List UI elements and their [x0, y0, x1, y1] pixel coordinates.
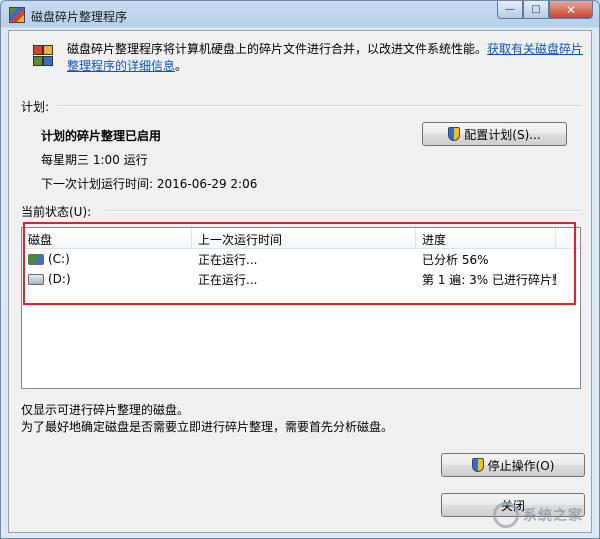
disk-row-c[interactable]: (C:) 正在运行... 已分析 56%: [22, 249, 580, 269]
schedule-frequency: 每星期三 1:00 运行: [41, 153, 148, 167]
schedule-label: 计划:: [21, 100, 50, 114]
disk-name: (C:): [48, 252, 70, 266]
column-progress[interactable]: 进度: [416, 228, 556, 248]
title-bar[interactable]: 磁盘碎片整理程序 — □ ✕: [1, 1, 599, 29]
hard-drive-icon: [28, 273, 44, 285]
column-last-run[interactable]: 上一次运行时间: [192, 228, 416, 248]
watermark-logo-icon: [493, 502, 519, 528]
disk-list[interactable]: 磁盘 上一次运行时间 进度 (C:) 正在运行... 已分析 56% (D:) …: [21, 227, 581, 389]
stop-operation-button[interactable]: 停止操作(O): [441, 453, 585, 477]
schedule-divider: [57, 105, 581, 107]
disk-cell: (C:): [22, 252, 192, 266]
disk-row-d[interactable]: (D:) 正在运行... 第 1 遍: 3% 已进行碎片整理: [22, 269, 580, 289]
close-window-button[interactable]: ✕: [549, 1, 593, 19]
window-title: 磁盘碎片整理程序: [31, 10, 128, 24]
progress-cell: 已分析 56%: [422, 252, 489, 267]
note-line-1: 仅显示可进行碎片整理的磁盘。: [21, 403, 190, 417]
configure-schedule-label: 配置计划(S)...: [464, 127, 541, 142]
defrag-app-icon: [9, 7, 25, 23]
client-area: 磁盘碎片整理程序将计算机硬盘上的碎片文件进行合并，以改进文件系统性能。获取有关磁…: [8, 30, 592, 533]
system-drive-icon: [28, 253, 44, 265]
note-line-2: 为了最好地确定磁盘是否需要立即进行碎片整理，需要首先分析磁盘。: [21, 420, 394, 434]
watermark-text: 系统之家: [523, 508, 583, 524]
caption-buttons: — □ ✕: [497, 1, 593, 20]
status-divider: [105, 210, 581, 212]
uac-shield-icon: [471, 458, 484, 472]
disk-name: (D:): [48, 272, 71, 286]
maximize-button[interactable]: □: [523, 1, 549, 19]
defrag-window: 磁盘碎片整理程序 — □ ✕ 磁盘碎片整理程序将计算机硬盘上的碎片文件进行合并，…: [0, 0, 600, 539]
last-run-cell: 正在运行...: [198, 252, 258, 267]
uac-shield-icon: [448, 127, 461, 141]
minimize-button[interactable]: —: [497, 1, 523, 19]
disk-list-header: 磁盘 上一次运行时间 进度: [22, 228, 580, 249]
current-status-label: 当前状态(U):: [21, 205, 92, 219]
configure-schedule-button[interactable]: 配置计划(S)...: [422, 122, 567, 146]
header-description: 磁盘碎片整理程序将计算机硬盘上的碎片文件进行合并，以改进文件系统性能。获取有关磁…: [67, 41, 587, 75]
schedule-next-run: 下一次计划运行时间: 2016-06-29 2:06: [41, 177, 258, 191]
defrag-header-icon: [31, 43, 57, 71]
progress-cell: 第 1 遍: 3% 已进行碎片整理: [422, 272, 556, 287]
stop-operation-label: 停止操作(O): [487, 458, 555, 473]
description-text: 磁盘碎片整理程序将计算机硬盘上的碎片文件进行合并，以改进文件系统性能。: [67, 42, 488, 56]
column-disk[interactable]: 磁盘: [22, 228, 192, 248]
description-suffix: 。: [175, 59, 188, 73]
disk-cell: (D:): [22, 272, 192, 286]
last-run-cell: 正在运行...: [198, 272, 258, 287]
schedule-status: 计划的碎片整理已启用: [41, 129, 162, 143]
site-watermark: 系统之家: [483, 498, 593, 532]
